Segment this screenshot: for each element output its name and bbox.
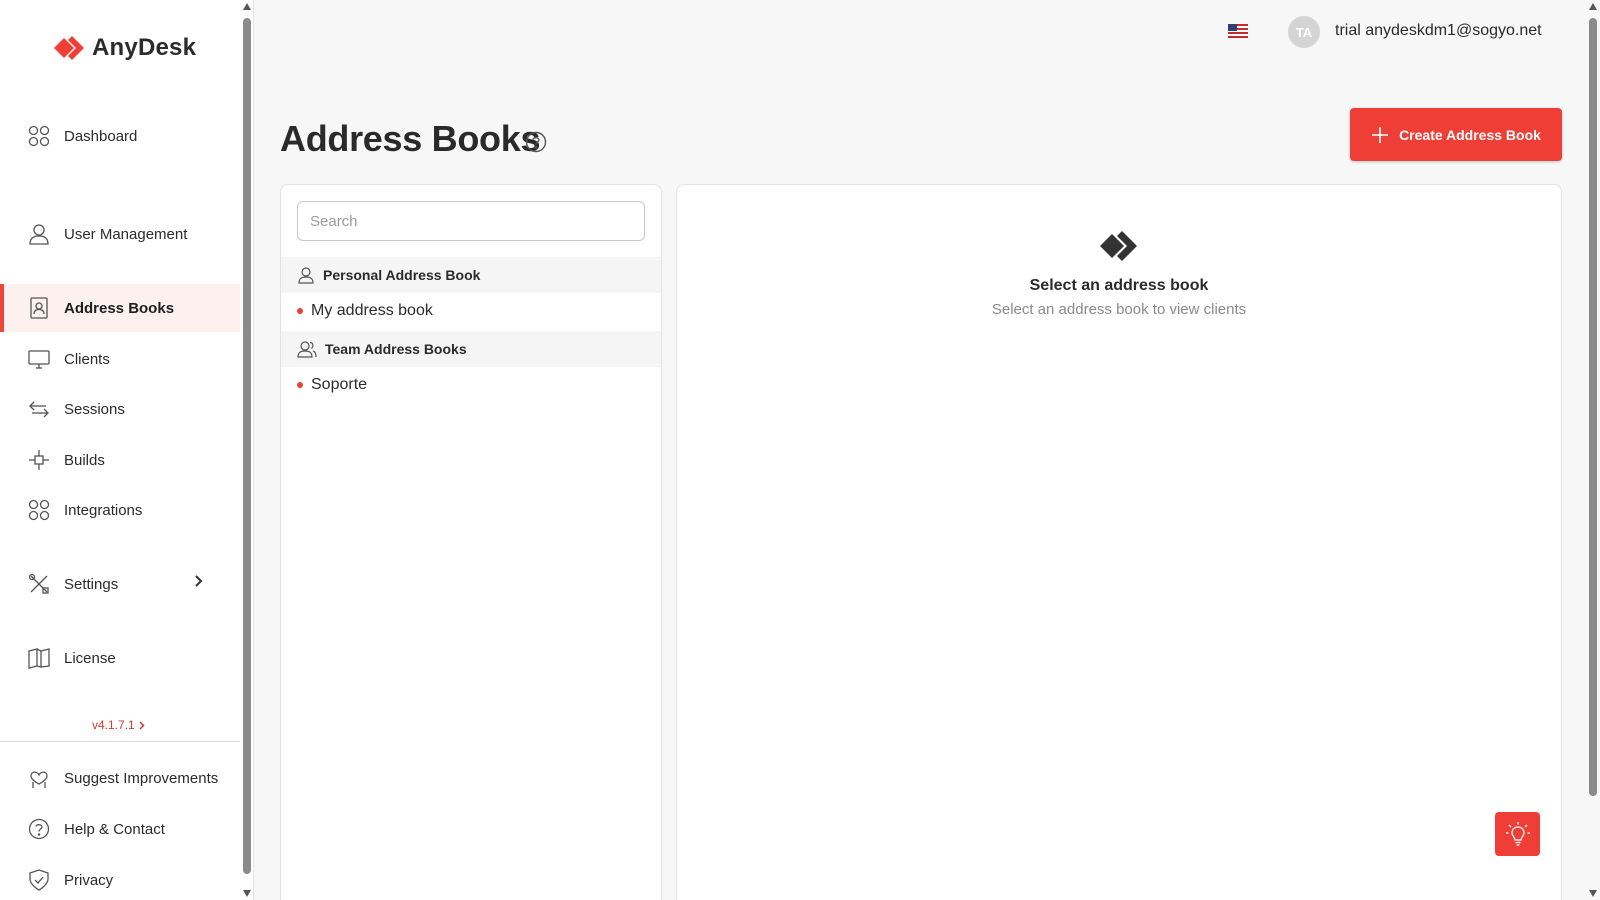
sidebar-item-suggest-improvements[interactable]: Suggest Improvements bbox=[0, 754, 240, 802]
anydesk-logo[interactable]: AnyDesk bbox=[54, 34, 196, 62]
help-icon[interactable] bbox=[525, 131, 547, 158]
sidebar-item-label: Clients bbox=[64, 350, 110, 368]
sidebar-item-label: Settings bbox=[64, 575, 119, 593]
sidebar-item-label: Sessions bbox=[64, 400, 125, 418]
anydesk-logo-icon bbox=[54, 36, 84, 60]
sidebar-item-user-management[interactable]: User Management bbox=[0, 210, 240, 258]
scroll-up-icon[interactable] bbox=[243, 3, 251, 10]
scroll-down-icon[interactable] bbox=[243, 890, 251, 897]
sidebar-item-label: Dashboard bbox=[64, 127, 138, 145]
sidebar-item-label: Suggest Improvements bbox=[64, 769, 219, 787]
sidebar-item-help-contact[interactable]: Help & Contact bbox=[0, 805, 240, 853]
logo-text: AnyDesk bbox=[92, 34, 197, 61]
arrows-exchange-icon bbox=[28, 398, 50, 420]
main-scrollbar[interactable] bbox=[1586, 0, 1600, 900]
scroll-up-icon[interactable] bbox=[1589, 3, 1597, 10]
sidebar-item-label: License bbox=[64, 649, 116, 667]
sidebar: AnyDesk Dashboard User Management Addres… bbox=[0, 0, 240, 900]
sidebar-item-label: User Management bbox=[64, 225, 188, 243]
list-item-my-address-book[interactable]: My address book bbox=[281, 293, 661, 329]
users-icon bbox=[297, 341, 317, 358]
sidebar-item-address-books[interactable]: Address Books bbox=[0, 284, 240, 332]
suggest-icon bbox=[28, 767, 50, 789]
personal-address-book-header: Personal Address Book bbox=[281, 257, 661, 293]
feedback-button[interactable] bbox=[1495, 812, 1540, 856]
scrollbar-thumb[interactable] bbox=[1589, 18, 1597, 796]
chevron-right-icon bbox=[139, 720, 145, 730]
scrollbar-thumb[interactable] bbox=[243, 18, 251, 874]
us-flag-icon[interactable] bbox=[1228, 24, 1248, 38]
chevron-right-icon bbox=[194, 574, 204, 592]
section-label: Team Address Books bbox=[325, 341, 467, 357]
sidebar-item-label: Integrations bbox=[64, 501, 143, 519]
sidebar-item-license[interactable]: License bbox=[0, 634, 240, 682]
scroll-down-icon[interactable] bbox=[1589, 890, 1597, 897]
version-text: v4.1.7.1 bbox=[92, 718, 135, 732]
address-book-icon bbox=[28, 297, 50, 319]
create-button-label: Create Address Book bbox=[1399, 126, 1541, 143]
sidebar-item-clients[interactable]: Clients bbox=[0, 335, 240, 383]
list-item-label: My address book bbox=[311, 302, 433, 319]
sidebar-divider bbox=[0, 741, 240, 742]
address-book-list-panel: Personal Address Book My address book Te… bbox=[280, 184, 662, 900]
section-label: Personal Address Book bbox=[323, 267, 481, 283]
sidebar-item-dashboard[interactable]: Dashboard bbox=[0, 112, 240, 160]
build-icon bbox=[28, 449, 50, 471]
list-item-label: Soporte bbox=[311, 376, 368, 393]
sidebar-item-label: Builds bbox=[64, 451, 105, 469]
list-item-soporte[interactable]: Soporte bbox=[281, 367, 661, 403]
page-title: Address Books bbox=[280, 118, 541, 159]
book-icon bbox=[28, 647, 50, 669]
grid-circles-icon bbox=[28, 125, 50, 147]
version-link[interactable]: v4.1.7.1 bbox=[92, 718, 145, 732]
search-input[interactable] bbox=[297, 201, 645, 241]
sidebar-item-builds[interactable]: Builds bbox=[0, 436, 240, 484]
sidebar-item-privacy[interactable]: Privacy bbox=[0, 856, 240, 900]
user-name[interactable]: trial anydeskdm1@sogyo.net bbox=[1335, 22, 1542, 40]
sidebar-item-integrations[interactable]: Integrations bbox=[0, 486, 240, 534]
empty-state-subtitle: Select an address book to view clients bbox=[991, 301, 1247, 318]
lightbulb-icon bbox=[1505, 822, 1530, 846]
bullet-dot bbox=[297, 382, 303, 388]
shield-check-icon bbox=[28, 869, 50, 891]
empty-state-title: Select an address book bbox=[1029, 277, 1209, 294]
bullet-dot bbox=[297, 308, 303, 314]
sidebar-item-label: Privacy bbox=[64, 871, 114, 889]
sidebar-item-sessions[interactable]: Sessions bbox=[0, 385, 240, 433]
user-icon bbox=[298, 267, 314, 284]
user-icon bbox=[28, 223, 50, 245]
tools-icon bbox=[28, 573, 50, 595]
grid-circles-icon bbox=[28, 499, 50, 521]
anydesk-logo-icon bbox=[1100, 231, 1137, 261]
sidebar-item-label: Address Books bbox=[64, 299, 175, 317]
monitor-icon bbox=[28, 348, 50, 370]
address-book-detail-panel: Select an address book Select an address… bbox=[676, 184, 1562, 900]
sidebar-item-label: Help & Contact bbox=[64, 820, 165, 838]
plus-icon bbox=[1372, 126, 1389, 143]
sidebar-item-settings[interactable]: Settings bbox=[0, 560, 240, 608]
avatar[interactable]: TA bbox=[1288, 16, 1320, 48]
question-circle-icon bbox=[28, 818, 50, 840]
sidebar-scrollbar[interactable] bbox=[240, 0, 254, 900]
create-address-book-button[interactable]: Create Address Book bbox=[1350, 108, 1562, 161]
team-address-books-header: Team Address Books bbox=[281, 331, 661, 367]
